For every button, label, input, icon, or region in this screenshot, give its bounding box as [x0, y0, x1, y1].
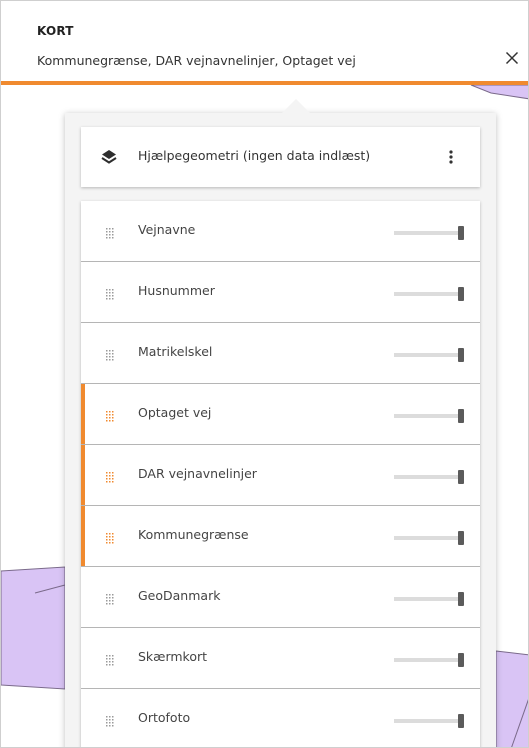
opacity-slider[interactable]	[394, 409, 464, 423]
layer-label: Husnummer	[138, 283, 215, 298]
drag-handle-icon[interactable]	[106, 347, 115, 366]
layer-row[interactable]: DAR vejnavnelinjer	[81, 445, 480, 506]
close-icon	[505, 51, 519, 65]
layer-row[interactable]: Ortofoto	[81, 689, 480, 747]
municipality-polygon	[1, 566, 66, 690]
opacity-slider-thumb[interactable]	[458, 226, 464, 240]
opacity-slider-thumb[interactable]	[458, 531, 464, 545]
municipality-polygon	[495, 650, 528, 747]
drag-handle-icon[interactable]	[106, 408, 115, 427]
opacity-slider-thumb[interactable]	[458, 470, 464, 484]
opacity-slider[interactable]	[394, 226, 464, 240]
layer-label: Matrikelskel	[138, 344, 213, 359]
opacity-slider-fill	[394, 536, 464, 540]
opacity-slider[interactable]	[394, 531, 464, 545]
opacity-slider-thumb[interactable]	[458, 653, 464, 667]
helper-geometry-card: Hjælpegeometri (ingen data indlæst)	[81, 127, 480, 187]
opacity-slider-thumb[interactable]	[458, 409, 464, 423]
helper-menu-button[interactable]	[441, 145, 461, 169]
layer-label: Ortofoto	[138, 710, 191, 725]
drag-handle-icon[interactable]	[106, 530, 115, 549]
drag-handle-icon[interactable]	[106, 591, 115, 610]
opacity-slider-fill	[394, 597, 464, 601]
opacity-slider[interactable]	[394, 714, 464, 728]
layer-list: Vejnavne Husnummer Matrikelskel Optaget vej…	[81, 201, 480, 747]
layer-row[interactable]: Matrikelskel	[81, 323, 480, 384]
layer-row[interactable]: GeoDanmark	[81, 567, 480, 628]
opacity-slider-fill	[394, 475, 464, 479]
layer-row[interactable]: Optaget vej	[81, 384, 480, 445]
opacity-slider-thumb[interactable]	[458, 714, 464, 728]
layer-row[interactable]: Vejnavne	[81, 201, 480, 262]
drag-handle-icon[interactable]	[106, 652, 115, 671]
helper-geometry-label: Hjælpegeometri (ingen data indlæst)	[138, 148, 371, 163]
layer-label: Optaget vej	[138, 405, 212, 420]
opacity-slider[interactable]	[394, 470, 464, 484]
drag-handle-icon[interactable]	[106, 286, 115, 305]
layer-label: Vejnavne	[138, 222, 196, 237]
layer-popover: Hjælpegeometri (ingen data indlæst) Vejn…	[65, 113, 496, 747]
opacity-slider-fill	[394, 658, 464, 662]
layer-label: Kommunegrænse	[138, 527, 249, 542]
opacity-slider-fill	[394, 414, 464, 418]
opacity-slider[interactable]	[394, 287, 464, 301]
opacity-slider-thumb[interactable]	[458, 348, 464, 362]
active-layers-summary: Kommunegrænse, DAR vejnavnelinjer, Optag…	[37, 53, 356, 68]
municipality-polygon	[470, 85, 528, 100]
layers-icon	[101, 149, 117, 169]
popover-arrow	[282, 99, 310, 113]
opacity-slider-fill	[394, 353, 464, 357]
opacity-slider-thumb[interactable]	[458, 287, 464, 301]
more-vertical-icon	[449, 150, 453, 164]
opacity-slider[interactable]	[394, 653, 464, 667]
layer-row[interactable]: Kommunegrænse	[81, 506, 480, 567]
drag-handle-icon[interactable]	[106, 225, 115, 244]
drag-handle-icon[interactable]	[106, 713, 115, 732]
opacity-slider-fill	[394, 231, 464, 235]
layer-label: GeoDanmark	[138, 588, 221, 603]
opacity-slider-thumb[interactable]	[458, 592, 464, 606]
opacity-slider[interactable]	[394, 592, 464, 606]
layer-row[interactable]: Husnummer	[81, 262, 480, 323]
map-panel: KORT Kommunegrænse, DAR vejnavnelinjer, …	[0, 0, 529, 748]
layer-label: Skærmkort	[138, 649, 208, 664]
close-button[interactable]	[501, 47, 523, 69]
opacity-slider-fill	[394, 292, 464, 296]
panel-title: KORT	[37, 24, 74, 38]
layer-label: DAR vejnavnelinjer	[138, 466, 257, 481]
header: KORT Kommunegrænse, DAR vejnavnelinjer, …	[1, 1, 528, 85]
layer-row[interactable]: Skærmkort	[81, 628, 480, 689]
opacity-slider-fill	[394, 719, 464, 723]
drag-handle-icon[interactable]	[106, 469, 115, 488]
opacity-slider[interactable]	[394, 348, 464, 362]
